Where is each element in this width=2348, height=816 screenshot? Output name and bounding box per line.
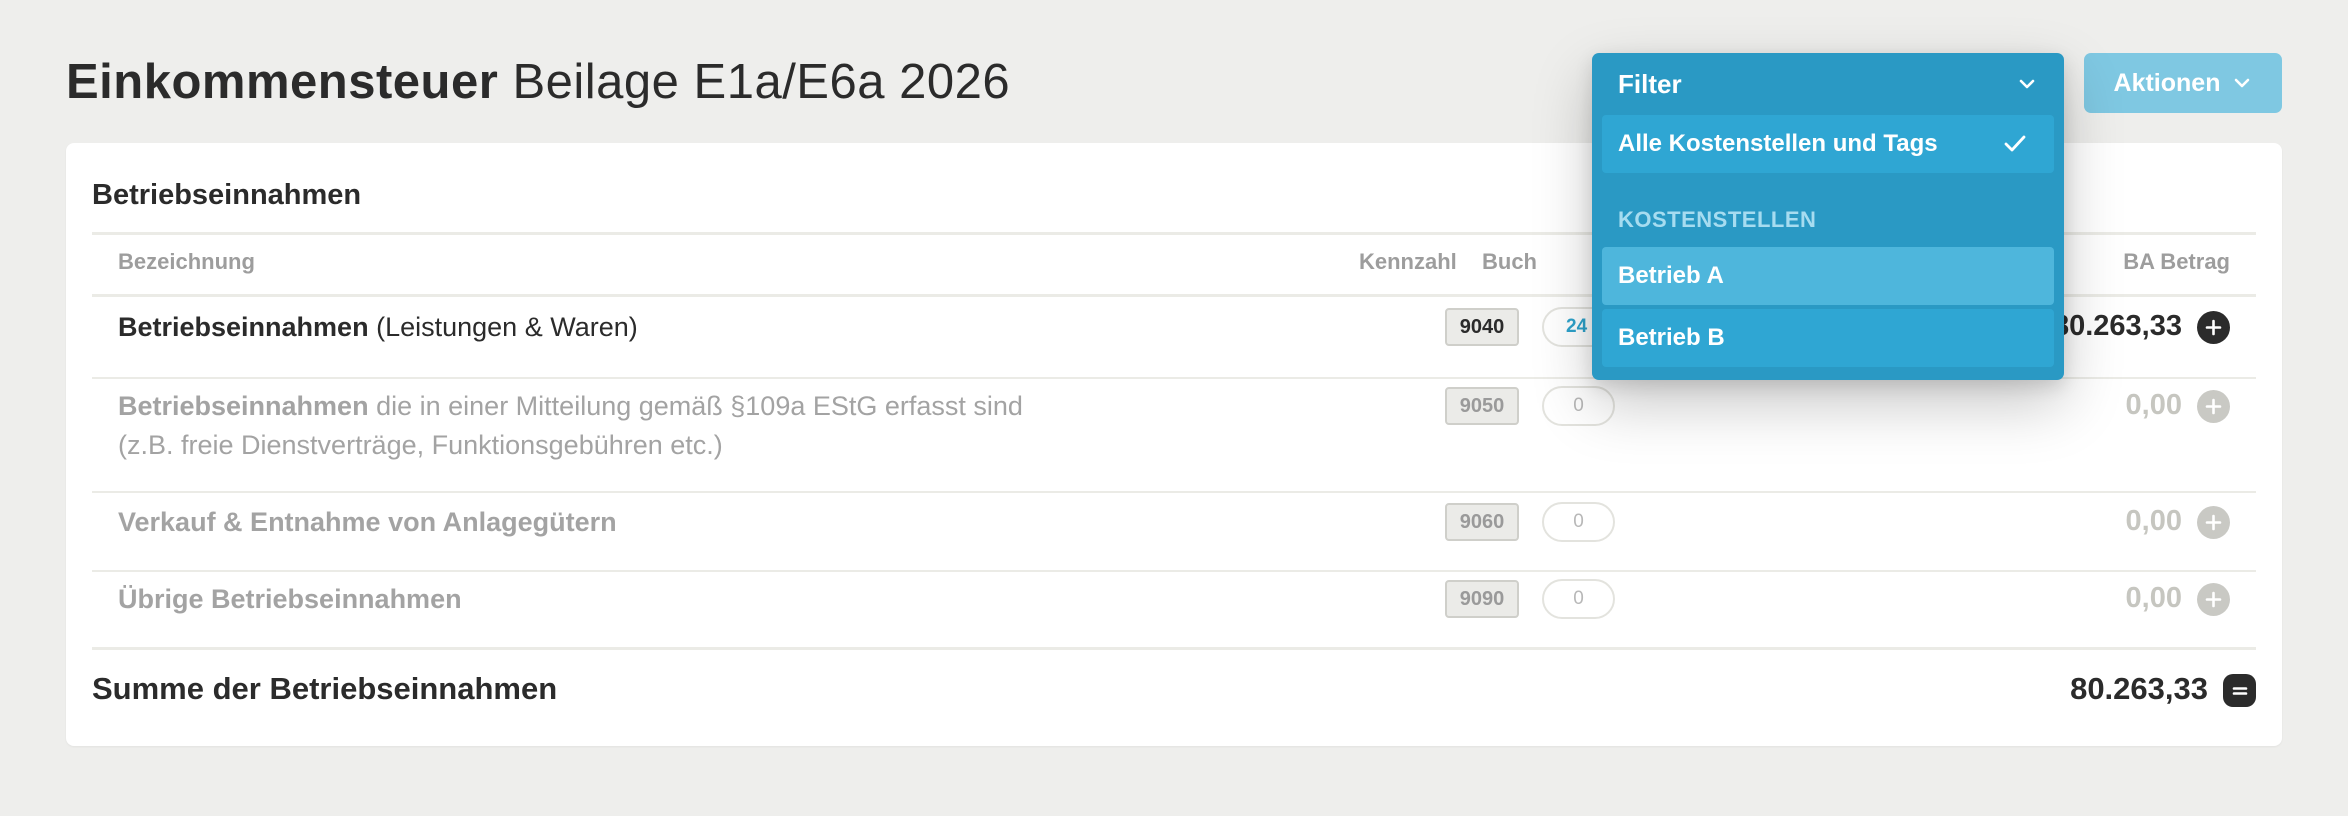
filter-option-label: Alle Kostenstellen und Tags (1618, 130, 1938, 157)
column-header-kennzahl: Kennzahl (1359, 249, 1457, 274)
section-title: Betriebseinnahmen (92, 179, 362, 211)
add-icon[interactable] (2197, 311, 2230, 344)
table-row[interactable]: Betriebseinnahmen die in einer Mitteilun… (92, 386, 2256, 487)
row-label: Übrige Betriebseinnahmen (118, 584, 462, 614)
filter-option-betrieb-b[interactable]: Betrieb B (1602, 309, 2054, 367)
column-header-bezeichnung: Bezeichnung (118, 249, 255, 274)
page-title: Einkommensteuer Beilage E1a/E6a 2026 (66, 52, 1010, 112)
row-label: Betriebseinnahmen die in einer Mitteilun… (118, 391, 1023, 460)
filter-option-label: Betrieb B (1618, 324, 1725, 351)
row-amount: 0,00 (2125, 389, 2182, 421)
equals-icon (2223, 674, 2256, 707)
sum-amount: 80.263,33 (2070, 671, 2208, 706)
table-row[interactable]: Übrige Betriebseinnahmen 9090 0 0,00 (92, 579, 2256, 640)
row-label: Verkauf & Entnahme von Anlagegütern (118, 507, 617, 537)
filter-option-label: Betrieb A (1618, 262, 1724, 289)
kennzahl-badge: 9060 (1445, 503, 1519, 541)
add-icon[interactable] (2197, 390, 2230, 423)
filter-group-label: KOSTENSTELLEN (1618, 207, 1817, 232)
chevron-down-icon (2235, 78, 2250, 88)
kennzahl-badge: 9090 (1445, 580, 1519, 618)
booking-count-pill[interactable]: 0 (1542, 579, 1615, 619)
row-amount: 80.263,33 (2052, 310, 2182, 342)
add-icon[interactable] (2197, 506, 2230, 539)
booking-count-pill[interactable]: 0 (1542, 502, 1615, 542)
row-amount: 0,00 (2125, 582, 2182, 614)
filter-label: Filter (1618, 69, 1682, 99)
booking-count-pill[interactable]: 0 (1542, 386, 1615, 426)
kennzahl-badge: 9050 (1445, 387, 1519, 425)
kennzahl-badge: 9040 (1445, 308, 1519, 346)
add-icon[interactable] (2197, 583, 2230, 616)
sum-label: Summe der Betriebseinnahmen (92, 671, 558, 706)
chevron-down-icon[interactable] (2016, 73, 2038, 95)
page-title-strong: Einkommensteuer (66, 55, 499, 109)
divider (92, 491, 2256, 493)
divider (92, 647, 2256, 650)
filter-option-all[interactable]: Alle Kostenstellen und Tags (1602, 115, 2054, 173)
divider (92, 570, 2256, 572)
table-row[interactable]: Verkauf & Entnahme von Anlagegütern 9060… (92, 502, 2256, 563)
check-icon (2004, 135, 2026, 152)
column-header-ba-betrag: BA Betrag (2123, 249, 2230, 274)
page-title-rest: Beilage E1a/E6a 2026 (512, 55, 1011, 109)
filter-dropdown[interactable]: Filter Alle Kostenstellen und Tags KOSTE… (1592, 53, 2064, 380)
row-label: Betriebseinnahmen (Leistungen & Waren) (118, 312, 638, 342)
actions-button[interactable]: Aktionen (2084, 53, 2282, 113)
column-header-buchungen: Buch (1482, 249, 1537, 274)
row-amount: 0,00 (2125, 505, 2182, 537)
filter-option-betrieb-a[interactable]: Betrieb A (1602, 247, 2054, 305)
actions-button-label: Aktionen (2113, 68, 2221, 97)
